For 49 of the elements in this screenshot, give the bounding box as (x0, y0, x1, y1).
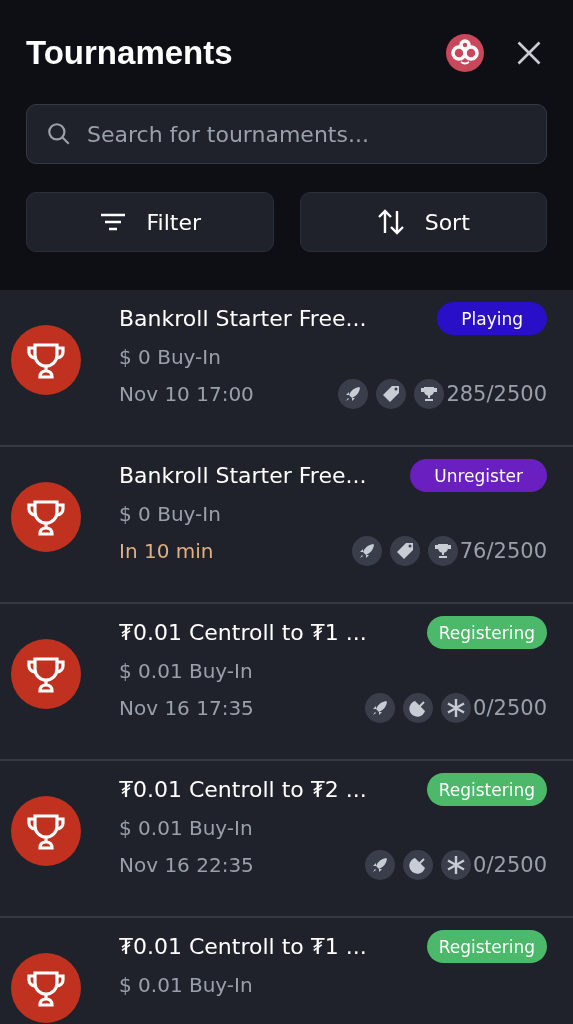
buy-in-text: $ 0.01 Buy-In (119, 659, 254, 683)
sort-button[interactable]: Sort (299, 192, 547, 252)
satellite-dish-icon (403, 693, 434, 723)
status-button[interactable]: Playing (437, 302, 547, 335)
start-time: Nov 16 17:35 (119, 696, 254, 720)
player-count: 0/2500 (473, 696, 547, 720)
start-time: Nov 16 22:35 (119, 853, 254, 877)
tournament-row[interactable]: ₮0.01 Centroll to ₮2 ... Registering $ 0.01 Buy-In Nov 16 22:35 0/2500 (0, 761, 573, 918)
filter-button[interactable]: Filter (26, 192, 274, 252)
start-time: In 10 min (119, 539, 214, 563)
trophy-icon (11, 325, 81, 395)
tournament-row[interactable]: Bankroll Starter Free... Playing $ 0 Buy-In Nov 10 17:00 285/2500 (0, 290, 573, 447)
tag-icon (389, 536, 420, 566)
player-count: 285/2500 (446, 382, 547, 406)
buy-in-text: $ 0.01 Buy-In (119, 973, 254, 997)
rocket-icon (365, 850, 396, 880)
trophy-icon (414, 379, 445, 409)
trophy-icon (11, 639, 81, 709)
tournament-row[interactable]: ₮0.01 Centroll to ₮1 ... Registering $ 0.01 Buy-In (0, 918, 573, 1024)
tournament-name: ₮0.01 Centroll to ₮1 ... (119, 620, 367, 645)
tournament-row[interactable]: Bankroll Starter Free... Unregister $ 0 Buy-In In 10 min 76/2500 (0, 447, 573, 604)
trophy-icon (427, 536, 458, 566)
snowflake-icon (441, 693, 472, 723)
buy-in-text: $ 0 Buy-In (119, 502, 222, 526)
player-count: 76/2500 (459, 539, 547, 563)
start-time: Nov 10 17:00 (119, 382, 254, 406)
rocket-icon (351, 536, 382, 566)
tournament-name: ₮0.01 Centroll to ₮2 ... (119, 777, 367, 802)
tag-icon (376, 379, 407, 409)
rocket-icon (365, 693, 396, 723)
status-button[interactable]: Unregister (410, 459, 547, 492)
player-count: 0/2500 (473, 853, 547, 877)
trophy-icon (11, 796, 81, 866)
tournament-name: ₮0.01 Centroll to ₮1 ... (119, 934, 367, 959)
sort-icon (376, 208, 405, 236)
logo-icon (445, 33, 485, 73)
buy-in-text: $ 0 Buy-In (119, 345, 222, 369)
tournament-name: Bankroll Starter Free... (119, 306, 367, 331)
buy-in-text: $ 0.01 Buy-In (119, 816, 254, 840)
close-icon[interactable] (515, 39, 543, 67)
satellite-dish-icon (403, 850, 434, 880)
panel-title: Tournaments (26, 34, 234, 72)
tournament-row[interactable]: ₮0.01 Centroll to ₮1 ... Registering $ 0.01 Buy-In Nov 16 17:35 0/2500 (0, 604, 573, 761)
trophy-icon (11, 953, 81, 1023)
rocket-icon (338, 379, 369, 409)
snowflake-icon (441, 850, 472, 880)
trophy-icon (11, 482, 81, 552)
tournament-name: Bankroll Starter Free... (119, 463, 367, 488)
search-field[interactable]: Search for tournaments... (26, 104, 547, 164)
